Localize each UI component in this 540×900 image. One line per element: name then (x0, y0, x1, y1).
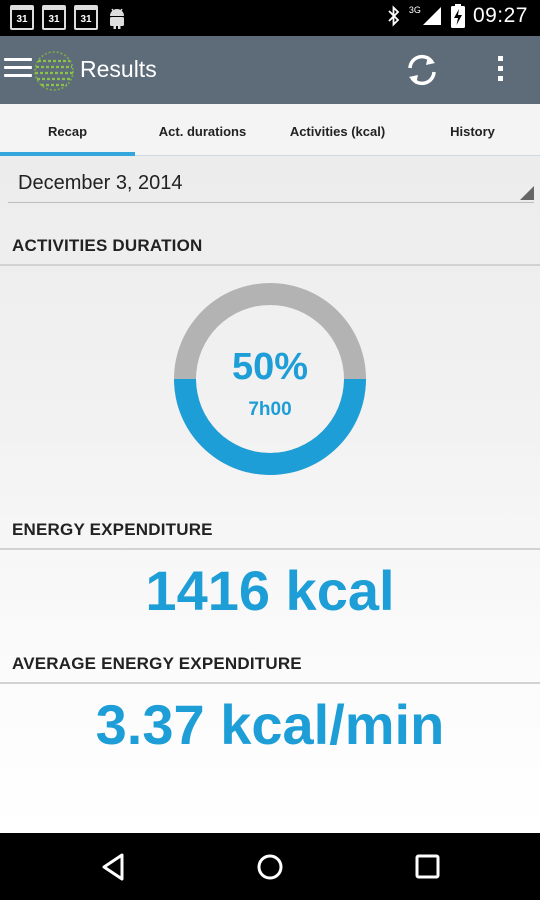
duration-time: 7h00 (248, 399, 292, 420)
dropdown-arrow-icon (520, 186, 534, 200)
system-status: 3G 09:27 (387, 4, 528, 28)
divider (0, 264, 540, 266)
activities-duration-heading: ACTIVITIES DURATION (12, 236, 203, 255)
average-energy-expenditure-heading: AVERAGE ENERGY EXPENDITURE (12, 654, 302, 673)
navigation-bar (0, 833, 540, 900)
battery-charging-icon (450, 4, 465, 28)
recent-apps-icon[interactable] (409, 851, 445, 883)
clock: 09:27 (472, 4, 528, 27)
recap-content: December 3, 2014 ACTIVITIES DURATION 50%… (0, 156, 540, 833)
tab-history[interactable]: History (405, 104, 540, 155)
tab-act-durations[interactable]: Act. durations (135, 104, 270, 155)
action-bar: Results (0, 36, 540, 104)
selected-date: December 3, 2014 (18, 172, 183, 194)
tab-bar: Recap Act. durations Activities (kcal) H… (0, 104, 540, 156)
donut-fill (174, 379, 366, 475)
bluetooth-icon (388, 5, 400, 27)
energy-expenditure-heading: ENERGY EXPENDITURE (12, 520, 213, 539)
drawer-menu-icon[interactable] (4, 58, 32, 82)
home-icon[interactable] (252, 851, 288, 883)
average-energy-expenditure-value: 3.37 kcal/min (95, 693, 445, 756)
status-bar: 31 31 31 3G 09:27 (0, 0, 540, 36)
divider (0, 682, 540, 684)
energy-expenditure-value: 1416 kcal (145, 559, 395, 622)
refresh-icon[interactable] (404, 52, 440, 88)
network-type: 3G (408, 5, 421, 15)
duration-percent: 50% (231, 346, 309, 388)
divider (0, 548, 540, 550)
tab-recap[interactable]: Recap (0, 104, 135, 156)
android-icon (110, 8, 124, 29)
app-logo-icon[interactable] (32, 49, 76, 93)
calendar-icon: 31 (42, 5, 66, 30)
back-icon[interactable] (96, 851, 132, 883)
date-dropdown[interactable]: December 3, 2014 (8, 166, 534, 203)
calendar-icon: 31 (74, 5, 98, 30)
tab-activities-kcal[interactable]: Activities (kcal) (270, 104, 405, 155)
calendar-icon: 31 (10, 5, 34, 30)
screen-title: Results (80, 56, 157, 82)
signal-icon (422, 7, 441, 25)
overflow-menu-icon[interactable] (492, 52, 508, 88)
notification-icons: 31 31 31 (10, 5, 128, 30)
